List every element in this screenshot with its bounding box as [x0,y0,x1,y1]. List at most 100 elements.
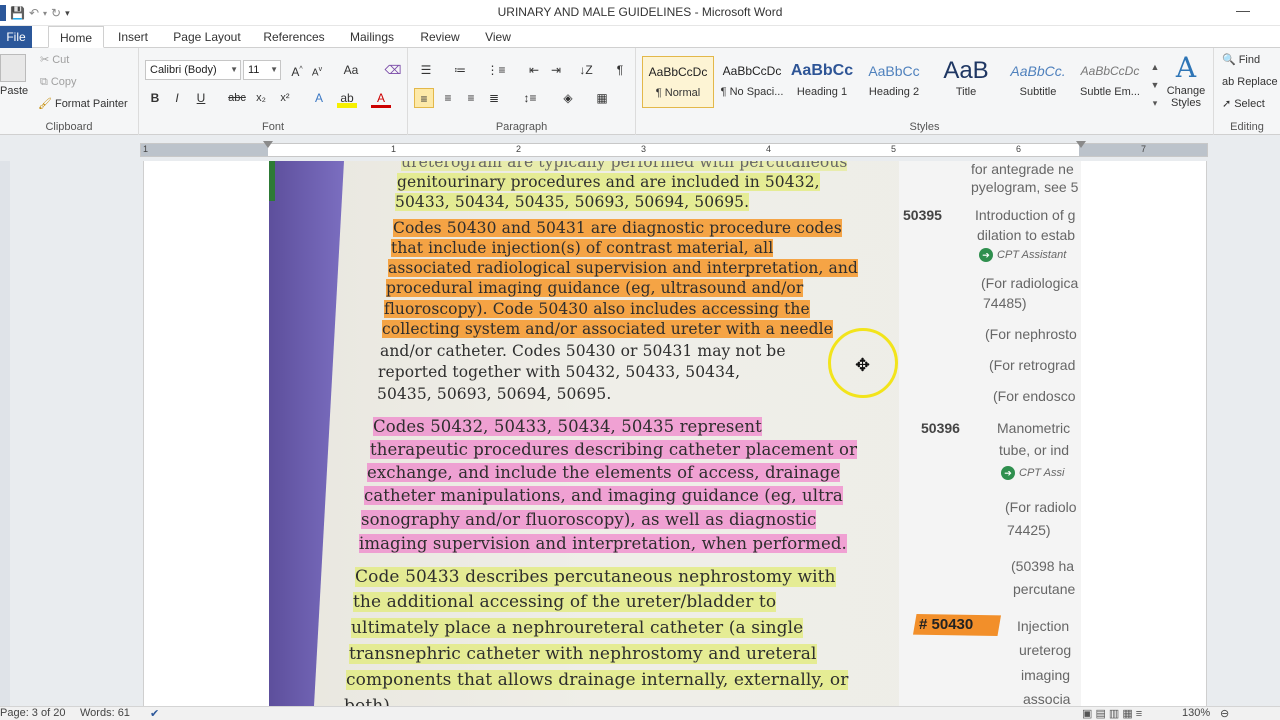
right-column-text: tube, or ind [999,442,1070,458]
align-left-icon[interactable]: ≡ [414,88,434,108]
text-line: exchange, and include the elements of ac… [367,463,841,482]
style-no-spacing[interactable]: AaBbCcDc ¶ No Spaci... [716,56,788,108]
arrow-right-icon: ➔ [1001,466,1015,480]
style-heading-1[interactable]: AaBbCc Heading 1 [786,56,858,108]
text-span: Code 50433 describes percutaneous nephro… [355,567,836,587]
bullets-icon[interactable]: ☰ [416,60,436,80]
view-buttons[interactable]: ▣ ▤ ▥ ▦ ≡ [1082,707,1142,720]
grow-font-icon[interactable]: A^ [287,60,307,80]
text-span: exchange, and include the elements of ac… [367,463,841,482]
find-button[interactable]: 🔍 Find [1222,54,1260,66]
sort-icon[interactable]: ↓Z [576,60,596,80]
style-normal[interactable]: AaBbCcDc ¶ Normal [642,56,714,108]
tab-review[interactable]: Review [416,26,464,48]
tab-page-layout[interactable]: Page Layout [170,26,244,48]
ribbon: Paste ✂ Cut ⧉ Copy 🖌 Format Painter Clip… [0,48,1280,135]
font-name-box[interactable]: Calibri (Body) ▼ [145,60,241,80]
text-line: components that allows drainage internal… [346,670,849,690]
text-span: imaging supervision and interpretation, … [359,534,847,553]
highlight-icon[interactable]: ab [337,88,357,108]
editing-group: 🔍 Find ab Replace ➚ Select Editing [1214,48,1280,135]
text-span: associated radiological supervision and … [388,259,858,277]
select-button[interactable]: ➚ Select [1222,98,1265,110]
text-line: reported together with 50432, 50433, 504… [378,363,740,381]
style-title[interactable]: AaB Title [930,56,1002,108]
right-column-text: Manometric [997,420,1071,436]
page-count[interactable]: Page: 3 of 20 [0,707,65,719]
justify-icon[interactable]: ≣ [484,88,504,108]
underline-icon[interactable]: U [191,88,211,108]
zoom-level[interactable]: 130% [1182,707,1210,719]
horizontal-ruler[interactable]: 1 1 2 3 4 5 6 7 [140,141,1208,157]
move-cursor-icon: ✥ [855,355,871,375]
text-span: transnephric catheter with nephrostomy a… [349,644,817,664]
align-right-icon[interactable]: ≡ [461,88,481,108]
paste-button[interactable]: Paste [0,54,28,97]
style-subtitle[interactable]: AaBbCc. Subtitle [1002,56,1074,108]
text-line: the additional accessing of the ureter/b… [353,592,777,612]
right-column-text: (For endosco [993,388,1076,404]
tab-home[interactable]: Home [48,26,104,48]
format-painter-button[interactable]: 🖌 Format Painter [38,98,128,110]
font-size-box[interactable]: 11 ▼ [243,60,281,80]
title-bar: 💾 ↶ ▾ ↻ ▾ URINARY AND MALE GUIDELINES - … [0,0,1280,26]
text-line: transnephric catheter with nephrostomy a… [349,644,817,664]
replace-label: Replace [1237,76,1278,88]
cut-button[interactable]: ✂ Cut [40,54,69,66]
show-formatting-icon[interactable]: ¶ [610,60,630,80]
styles-scroll-icon[interactable]: ▲ ▼ ▾ [1148,58,1162,118]
text-line: therapeutic procedures describing cathet… [370,440,858,459]
clear-formatting-icon[interactable]: ⌫ [383,60,403,80]
italic-icon[interactable]: I [167,88,187,108]
style-heading-2[interactable]: AaBbCc Heading 2 [858,56,930,108]
clipboard-label: Clipboard [45,121,93,133]
pointer-icon: ➚ [1222,97,1232,110]
replace-icon: ab [1222,75,1235,88]
first-line-indent-marker[interactable] [263,141,273,148]
tab-insert[interactable]: Insert [113,26,153,48]
align-center-icon[interactable]: ≡ [438,88,458,108]
cpt-assistant-ref: ➔ CPT Assi [1001,466,1064,480]
vertical-ruler[interactable] [0,161,10,706]
font-color-icon[interactable]: A [371,88,391,108]
style-subtle-emphasis[interactable]: AaBbCcDc Subtle Em... [1074,56,1146,108]
find-label: Find [1238,54,1261,66]
zoom-out-icon[interactable]: ⊖ [1220,707,1229,720]
style-name: Heading 2 [868,86,920,98]
superscript-icon[interactable]: x² [275,88,295,108]
text-line: collecting system and/or associated uret… [382,320,833,338]
multilevel-list-icon[interactable]: ⋮≡ [486,60,506,80]
decrease-indent-icon[interactable]: ⇤ [524,60,544,80]
tab-references[interactable]: References [259,26,329,48]
text-effects-icon[interactable]: A [309,88,329,108]
right-column-text: associa [1023,691,1071,706]
embedded-photo[interactable]: ureterogram are typically performed with… [269,161,1081,706]
borders-icon[interactable]: ▦ [592,88,612,108]
strikethrough-icon[interactable]: abc [227,88,247,108]
proofing-icon[interactable]: ✔ [150,707,159,720]
copy-button[interactable]: ⧉ Copy [40,76,77,88]
shrink-font-icon[interactable]: Av [307,60,327,80]
numbering-icon[interactable]: ≔ [450,60,470,80]
right-indent-marker[interactable] [1076,141,1086,148]
shading-icon[interactable]: ◈ [558,88,578,108]
word-count[interactable]: Words: 61 [80,707,130,719]
tab-mailings[interactable]: Mailings [344,26,400,48]
change-case-icon[interactable]: Aa [341,60,361,80]
text-line: ureterogram are typically performed with… [401,161,848,171]
subscript-icon[interactable]: x₂ [251,88,271,108]
arrow-right-icon: ➔ [979,248,993,262]
text-line: imaging supervision and interpretation, … [359,534,847,553]
replace-button[interactable]: ab Replace [1222,76,1278,88]
tab-file[interactable]: File [0,26,32,48]
change-styles-button[interactable]: A Change Styles [1164,54,1208,110]
document-page[interactable]: ureterogram are typically performed with… [143,161,1207,706]
cpt-assistant-ref: ➔ CPT Assistant [979,248,1066,262]
text-span: and/or catheter. Codes 50430 or 50431 ma… [380,342,786,360]
tab-view[interactable]: View [478,26,518,48]
bold-icon[interactable]: B [145,88,165,108]
minimize-button[interactable]: — [1236,2,1250,18]
line-spacing-icon[interactable]: ↕≡ [520,88,540,108]
right-column-text: (For nephrosto [985,326,1077,342]
increase-indent-icon[interactable]: ⇥ [546,60,566,80]
